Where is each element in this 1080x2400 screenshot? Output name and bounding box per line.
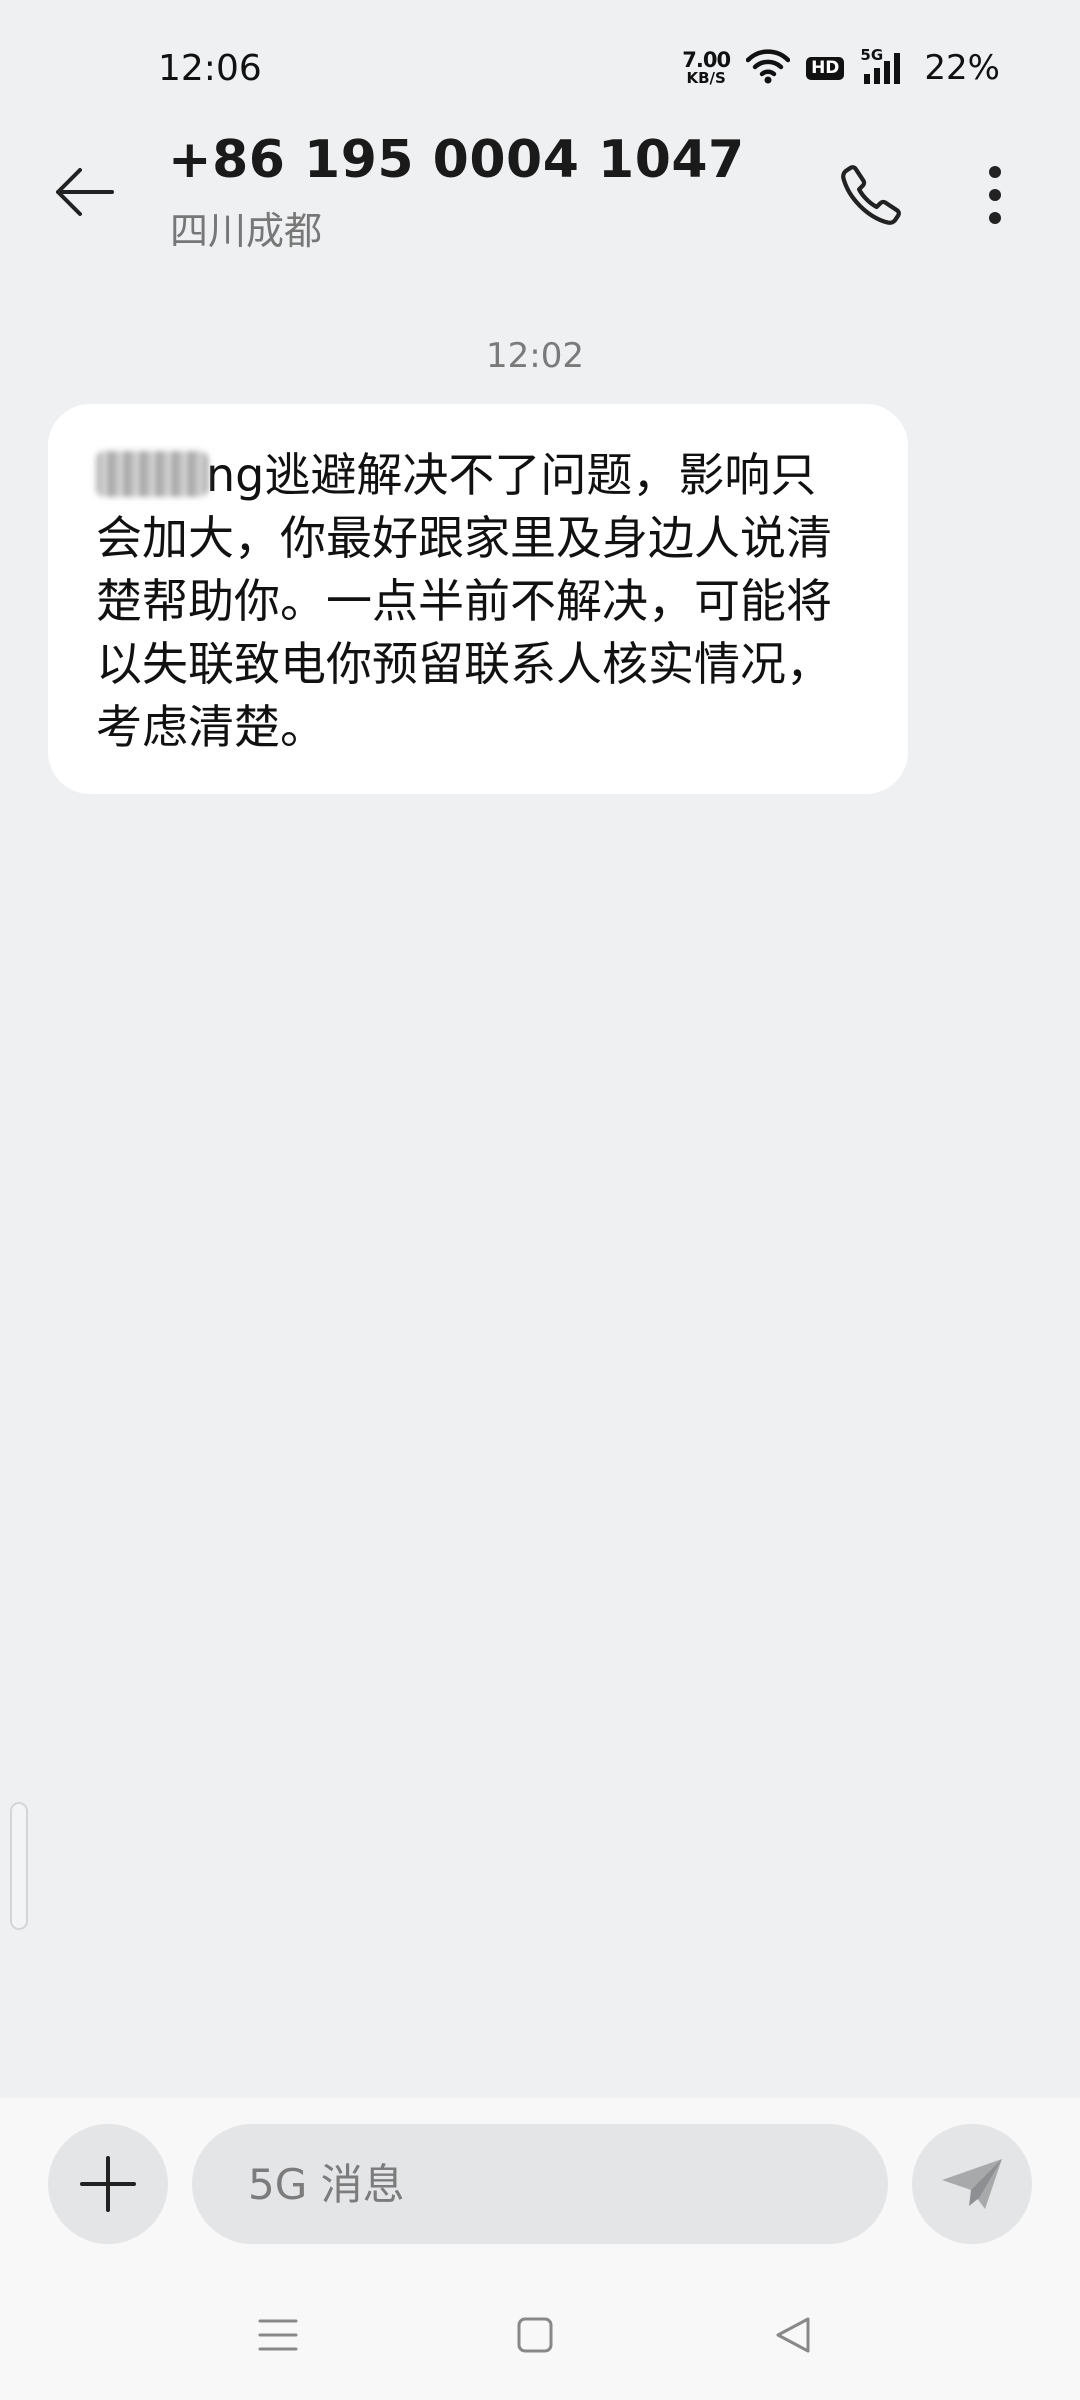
network-speed-unit: KB/S (686, 69, 726, 87)
message-input[interactable] (192, 2124, 888, 2244)
network-speed-value: 7.00 (682, 48, 731, 72)
status-time: 12:06 (158, 48, 262, 89)
wifi-icon (745, 48, 791, 88)
plus-icon (80, 2156, 136, 2212)
status-icons: 7.00 KB/S HD 5G 22% (682, 46, 1000, 90)
contact-number: +86 195 0004 1047 (168, 130, 745, 190)
nav-home-button[interactable] (490, 2300, 580, 2370)
more-options-button[interactable] (960, 150, 1030, 240)
nav-back-button[interactable] (748, 2300, 838, 2370)
status-bar: 12:06 7.00 KB/S HD 5G 22% (0, 0, 1080, 130)
nav-back-icon (776, 2317, 810, 2353)
phone-icon (841, 165, 901, 225)
menu-icon (258, 2319, 298, 2351)
send-button[interactable] (912, 2124, 1032, 2244)
battery-level: 22% (924, 48, 1000, 88)
hd-badge: HD (806, 56, 845, 80)
message-bubble[interactable]: ng逃避解决不了问题，影响只会加大，你最好跟家里及身边人说清楚帮助你。一点半前不… (48, 404, 908, 794)
more-vertical-icon (989, 166, 1001, 224)
signal-icon: 5G (860, 46, 906, 86)
home-icon (517, 2317, 553, 2353)
message-timestamp: 12:02 (486, 336, 584, 376)
contact-location: 四川成都 (170, 209, 323, 253)
back-arrow-icon (56, 168, 114, 216)
system-nav-bar (0, 2290, 1080, 2380)
add-attachment-button[interactable] (48, 2124, 168, 2244)
send-icon (942, 2159, 1002, 2209)
network-speed: 7.00 KB/S (682, 48, 731, 87)
conversation-header: +86 195 0004 1047 四川成都 (0, 130, 1080, 270)
back-button[interactable] (44, 152, 124, 232)
message-visible-text: ng逃避解决不了问题，影响只会加大，你最好跟家里及身边人说清楚帮助你。一点半前不… (96, 448, 832, 754)
scroll-handle[interactable] (10, 1802, 28, 1930)
nav-menu-button[interactable] (233, 2300, 323, 2370)
redacted-text (96, 451, 208, 497)
message-text: ng逃避解决不了问题，影响只会加大，你最好跟家里及身边人说清楚帮助你。一点半前不… (96, 444, 860, 759)
call-button[interactable] (826, 150, 916, 240)
network-type-label: 5G (860, 46, 884, 64)
